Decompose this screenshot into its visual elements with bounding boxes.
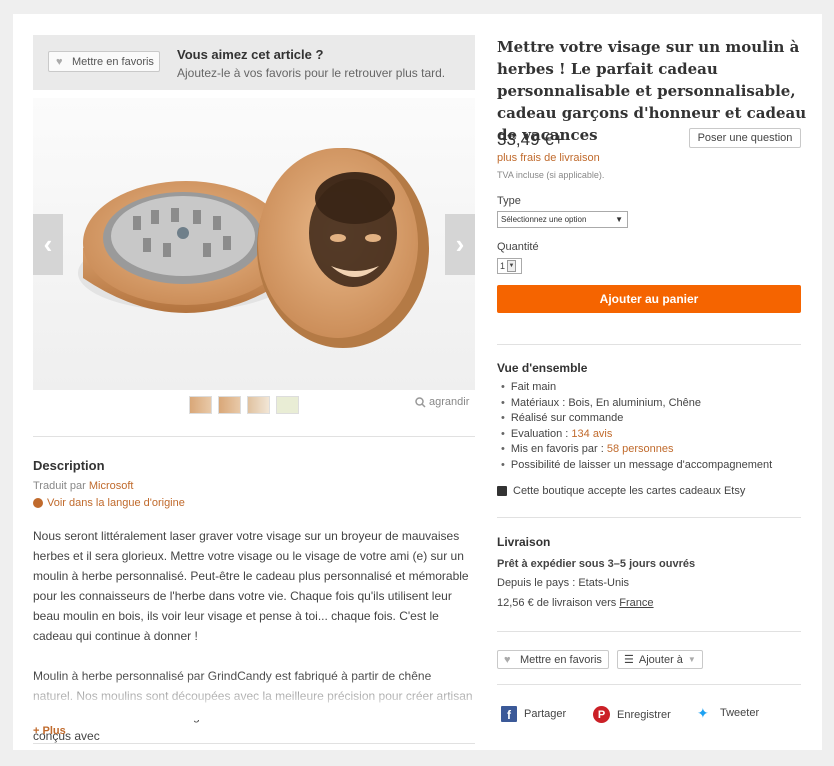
shipping-cost-text: 12,56 € de livraison vers <box>497 597 620 609</box>
vat-note: TVA incluse (si applicable). <box>497 170 605 180</box>
overview-item: Mis en favoris par : 58 personnes <box>501 442 772 458</box>
chevron-down-icon: ▼ <box>687 655 696 664</box>
dropdown-arrow-icon: ▼ <box>507 260 517 272</box>
quantity-select[interactable]: 1 ▼ <box>497 258 522 274</box>
divider <box>497 344 801 345</box>
description-body: Nous seront littéralement laser graver v… <box>33 526 473 766</box>
thumbnail[interactable] <box>218 396 241 414</box>
description-title: Description <box>33 458 105 473</box>
type-selected-value: Sélectionnez une option <box>501 215 587 224</box>
overview-text: Réalisé sur commande <box>510 412 624 424</box>
product-photo[interactable]: ‹ › <box>33 98 475 390</box>
engraved-face <box>309 172 397 287</box>
overview-text: Possibilité de laisser un message d'acco… <box>510 458 773 471</box>
destination-link[interactable]: France <box>619 597 653 609</box>
favorite-banner-label: Mettre en favoris <box>72 55 154 68</box>
thumbnail-strip <box>189 396 299 414</box>
favorite-label: Mettre en favoris <box>520 653 602 666</box>
original-language-link[interactable]: Voir dans la langue d'origine <box>33 497 185 509</box>
divider <box>33 743 475 744</box>
previous-image-button[interactable]: ‹ <box>33 214 63 275</box>
overview-text: Mis en favoris par : <box>510 443 607 455</box>
chevron-right-icon: › <box>455 229 465 259</box>
product-price: 33,49 €+ <box>497 130 564 149</box>
add-to-cart-button[interactable]: Ajouter au panier <box>497 285 801 313</box>
description-fade <box>33 674 475 720</box>
description-paragraph: Nous seront littéralement laser graver v… <box>33 529 469 643</box>
overview-item: Matériaux : Bois, En aluminium, Chêne <box>501 396 772 412</box>
overview-text: Evaluation : <box>510 427 572 440</box>
divider <box>497 631 801 632</box>
twitter-share-button[interactable]: ✦ Tweeter <box>697 706 759 720</box>
overview-item: Possibilité de laisser un message d'acco… <box>501 458 772 474</box>
shipping-from: Depuis le pays : Etats-Unis <box>497 577 630 589</box>
type-label: Type <box>497 195 521 207</box>
overview-title: Vue d'ensemble <box>497 361 588 375</box>
overview-item: Evaluation : 134 avis <box>501 427 772 443</box>
dropdown-arrow-icon: ▼ <box>615 215 623 224</box>
shipping-ready: Prêt à expédier sous 3–5 jours ouvrés <box>497 558 696 570</box>
thumbnail[interactable] <box>276 396 299 414</box>
facebook-share-button[interactable]: f Partager <box>501 706 566 722</box>
pinterest-icon: P <box>593 706 610 723</box>
gift-card-icon <box>497 486 507 496</box>
original-language-label: Voir dans la langue d'origine <box>47 497 185 509</box>
listing-page: ♥ Mettre en favoris Vous aimez cet artic… <box>13 14 822 750</box>
favorites-banner: ♥ Mettre en favoris Vous aimez cet artic… <box>33 35 475 90</box>
list-icon: ☰ <box>624 654 634 666</box>
gift-cards-label: Cette boutique accepte les cartes cadeau… <box>513 485 746 497</box>
favorite-button[interactable]: ♥ Mettre en favoris <box>497 650 609 669</box>
facebook-icon: f <box>501 706 517 722</box>
zoom-label: agrandir <box>429 396 470 408</box>
add-to-list-button[interactable]: ☰ Ajouter à ▼ <box>617 650 703 669</box>
favorites-banner-title: Vous aimez cet article ? <box>177 47 324 62</box>
favorite-banner-button[interactable]: ♥ Mettre en favoris <box>48 51 160 72</box>
globe-icon <box>33 498 43 508</box>
next-image-button[interactable]: › <box>445 214 475 275</box>
heart-icon: ♥ <box>56 55 63 68</box>
heart-icon: ♥ <box>504 653 511 666</box>
thumbnail[interactable] <box>247 396 270 414</box>
overview-text: Fait main <box>510 381 557 393</box>
twitter-icon: ✦ <box>697 705 709 721</box>
divider <box>497 684 801 685</box>
gift-cards-note: Cette boutique accepte les cartes cadeau… <box>497 485 745 497</box>
divider <box>497 517 801 518</box>
add-to-label: Ajouter à <box>638 653 683 666</box>
overview-list: Fait main Matériaux : Bois, En aluminium… <box>501 380 772 473</box>
quantity-label: Quantité <box>497 241 539 253</box>
zoom-link[interactable]: agrandir <box>415 396 469 408</box>
divider <box>33 436 475 437</box>
pinterest-save-button[interactable]: P Enregistrer <box>593 706 671 723</box>
grinder-illustration <box>78 148 429 348</box>
translated-prefix: Traduit par <box>33 480 89 492</box>
translated-by: Traduit par Microsoft <box>33 480 133 492</box>
magnifier-icon <box>415 396 426 408</box>
reviews-link[interactable]: 134 avis <box>571 428 612 440</box>
more-button[interactable]: + Plus <box>33 725 66 737</box>
ask-question-button[interactable]: Poser une question <box>689 128 801 148</box>
quantity-value: 1 <box>500 261 506 271</box>
overview-item: Fait main <box>501 380 772 396</box>
translator-link[interactable]: Microsoft <box>89 480 134 492</box>
overview-text: Matériaux : Bois, En aluminium, Chêne <box>510 396 702 409</box>
chevron-left-icon: ‹ <box>43 229 53 259</box>
shipping-cost: 12,56 € de livraison vers France <box>497 597 654 609</box>
favorited-by-link[interactable]: 58 personnes <box>607 443 674 455</box>
twitter-label: Tweeter <box>720 707 760 719</box>
shipping-note: plus frais de livraison <box>497 152 600 164</box>
overview-item: Réalisé sur commande <box>501 411 772 427</box>
favorites-banner-subtitle: Ajoutez-le à vos favoris pour le retrouv… <box>177 66 446 80</box>
facebook-label: Partager <box>524 708 567 720</box>
pinterest-label: Enregistrer <box>617 708 671 721</box>
shipping-title: Livraison <box>497 535 551 549</box>
type-select[interactable]: Sélectionnez une option ▼ <box>497 211 628 228</box>
thumbnail[interactable] <box>189 396 212 414</box>
